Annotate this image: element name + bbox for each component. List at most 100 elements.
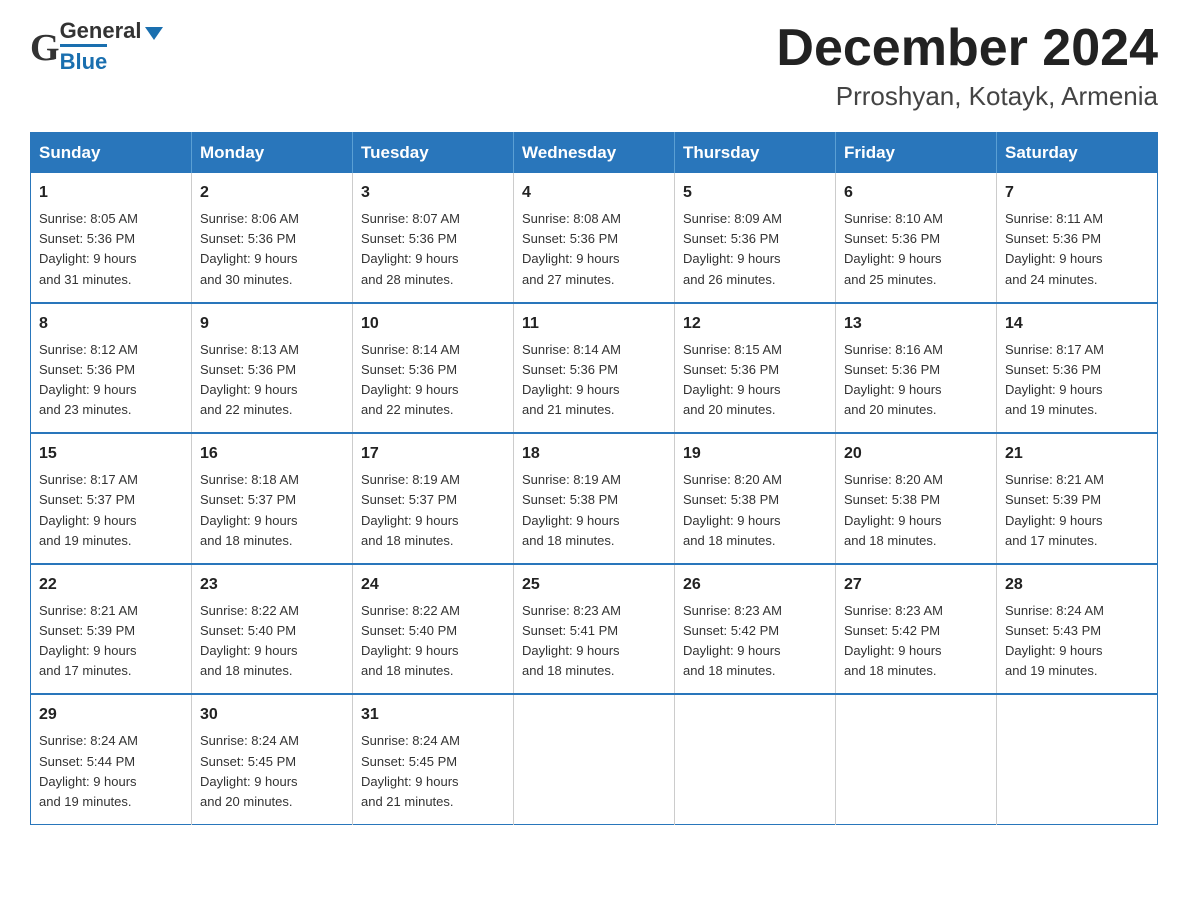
table-row: 29 Sunrise: 8:24 AMSunset: 5:44 PMDayligh… (31, 694, 192, 824)
day-number: 6 (844, 181, 988, 205)
day-number: 16 (200, 442, 344, 466)
day-number: 25 (522, 573, 666, 597)
col-wednesday: Wednesday (514, 133, 675, 174)
logo-eneral-text: General (60, 20, 142, 42)
day-number: 3 (361, 181, 505, 205)
table-row: 17 Sunrise: 8:19 AMSunset: 5:37 PMDayligh… (353, 433, 514, 564)
table-row: 22 Sunrise: 8:21 AMSunset: 5:39 PMDayligh… (31, 564, 192, 695)
day-info: Sunrise: 8:23 AMSunset: 5:42 PMDaylight:… (683, 601, 827, 682)
title-area: December 2024 Prroshyan, Kotayk, Armenia (776, 20, 1158, 112)
day-info: Sunrise: 8:16 AMSunset: 5:36 PMDaylight:… (844, 340, 988, 421)
day-number: 31 (361, 703, 505, 727)
day-info: Sunrise: 8:13 AMSunset: 5:36 PMDaylight:… (200, 340, 344, 421)
table-row: 30 Sunrise: 8:24 AMSunset: 5:45 PMDayligh… (192, 694, 353, 824)
table-row: 1 Sunrise: 8:05 AMSunset: 5:36 PMDaylight… (31, 173, 192, 303)
day-number: 15 (39, 442, 183, 466)
table-row: 9Sunrise: 8:13 AMSunset: 5:36 PMDaylight… (192, 303, 353, 434)
col-thursday: Thursday (675, 133, 836, 174)
table-row: 3Sunrise: 8:07 AMSunset: 5:36 PMDaylight… (353, 173, 514, 303)
day-number: 24 (361, 573, 505, 597)
table-row: 7 Sunrise: 8:11 AMSunset: 5:36 PMDaylight… (997, 173, 1158, 303)
day-info: Sunrise: 8:14 AMSunset: 5:36 PMDaylight:… (361, 340, 505, 421)
logo-right-section: General Blue (60, 20, 163, 75)
logo-top: G General Blue (30, 20, 163, 75)
day-number: 4 (522, 181, 666, 205)
col-friday: Friday (836, 133, 997, 174)
table-row: 4Sunrise: 8:08 AMSunset: 5:36 PMDaylight… (514, 173, 675, 303)
table-row: 5Sunrise: 8:09 AMSunset: 5:36 PMDaylight… (675, 173, 836, 303)
table-row: 13 Sunrise: 8:16 AMSunset: 5:36 PMDayligh… (836, 303, 997, 434)
day-info: Sunrise: 8:24 AMSunset: 5:45 PMDaylight:… (361, 731, 505, 812)
day-info: Sunrise: 8:05 AMSunset: 5:36 PMDaylight:… (39, 209, 183, 290)
col-saturday: Saturday (997, 133, 1158, 174)
day-info: Sunrise: 8:21 AMSunset: 5:39 PMDaylight:… (1005, 470, 1149, 551)
logo-blue-text: Blue (60, 49, 108, 74)
page-header: G General Blue December 2024 Prroshyan, … (30, 20, 1158, 112)
day-number: 20 (844, 442, 988, 466)
day-number: 26 (683, 573, 827, 597)
table-row: 23Sunrise: 8:22 AMSunset: 5:40 PMDayligh… (192, 564, 353, 695)
table-row: 10 Sunrise: 8:14 AMSunset: 5:36 PMDayligh… (353, 303, 514, 434)
col-monday: Monday (192, 133, 353, 174)
table-row: 14Sunrise: 8:17 AMSunset: 5:36 PMDayligh… (997, 303, 1158, 434)
day-number: 13 (844, 312, 988, 336)
day-info: Sunrise: 8:24 AMSunset: 5:45 PMDaylight:… (200, 731, 344, 812)
day-number: 18 (522, 442, 666, 466)
table-row: 18 Sunrise: 8:19 AMSunset: 5:38 PMDayligh… (514, 433, 675, 564)
day-info: Sunrise: 8:10 AMSunset: 5:36 PMDaylight:… (844, 209, 988, 290)
day-info: Sunrise: 8:14 AMSunset: 5:36 PMDaylight:… (522, 340, 666, 421)
table-row: 6 Sunrise: 8:10 AMSunset: 5:36 PMDaylight… (836, 173, 997, 303)
day-number: 1 (39, 181, 183, 205)
day-info: Sunrise: 8:19 AMSunset: 5:38 PMDaylight:… (522, 470, 666, 551)
logo-triangle-icon (145, 27, 163, 40)
day-info: Sunrise: 8:22 AMSunset: 5:40 PMDaylight:… (200, 601, 344, 682)
logo: G General Blue (30, 20, 163, 75)
calendar-week-row: 29 Sunrise: 8:24 AMSunset: 5:44 PMDayligh… (31, 694, 1158, 824)
col-sunday: Sunday (31, 133, 192, 174)
day-info: Sunrise: 8:24 AMSunset: 5:44 PMDaylight:… (39, 731, 183, 812)
table-row: 8Sunrise: 8:12 AMSunset: 5:36 PMDaylight… (31, 303, 192, 434)
day-number: 30 (200, 703, 344, 727)
logo-general-row: General (60, 20, 163, 42)
day-info: Sunrise: 8:09 AMSunset: 5:36 PMDaylight:… (683, 209, 827, 290)
day-info: Sunrise: 8:11 AMSunset: 5:36 PMDaylight:… (1005, 209, 1149, 290)
table-row: 2Sunrise: 8:06 AMSunset: 5:36 PMDaylight… (192, 173, 353, 303)
table-row: 21 Sunrise: 8:21 AMSunset: 5:39 PMDayligh… (997, 433, 1158, 564)
table-row (836, 694, 997, 824)
col-tuesday: Tuesday (353, 133, 514, 174)
day-number: 21 (1005, 442, 1149, 466)
day-number: 19 (683, 442, 827, 466)
table-row (997, 694, 1158, 824)
day-info: Sunrise: 8:18 AMSunset: 5:37 PMDaylight:… (200, 470, 344, 551)
table-row: 16 Sunrise: 8:18 AMSunset: 5:37 PMDayligh… (192, 433, 353, 564)
day-number: 7 (1005, 181, 1149, 205)
day-number: 22 (39, 573, 183, 597)
day-number: 17 (361, 442, 505, 466)
day-number: 10 (361, 312, 505, 336)
day-number: 29 (39, 703, 183, 727)
calendar-week-row: 15 Sunrise: 8:17 AMSunset: 5:37 PMDayligh… (31, 433, 1158, 564)
calendar-header-row: Sunday Monday Tuesday Wednesday Thursday… (31, 133, 1158, 174)
day-info: Sunrise: 8:21 AMSunset: 5:39 PMDaylight:… (39, 601, 183, 682)
day-info: Sunrise: 8:24 AMSunset: 5:43 PMDaylight:… (1005, 601, 1149, 682)
table-row: 25Sunrise: 8:23 AMSunset: 5:41 PMDayligh… (514, 564, 675, 695)
calendar-week-row: 8Sunrise: 8:12 AMSunset: 5:36 PMDaylight… (31, 303, 1158, 434)
table-row: 11 Sunrise: 8:14 AMSunset: 5:36 PMDayligh… (514, 303, 675, 434)
day-number: 11 (522, 312, 666, 336)
calendar-week-row: 1 Sunrise: 8:05 AMSunset: 5:36 PMDaylight… (31, 173, 1158, 303)
calendar-week-row: 22 Sunrise: 8:21 AMSunset: 5:39 PMDayligh… (31, 564, 1158, 695)
table-row: 24Sunrise: 8:22 AMSunset: 5:40 PMDayligh… (353, 564, 514, 695)
day-info: Sunrise: 8:23 AMSunset: 5:42 PMDaylight:… (844, 601, 988, 682)
month-title: December 2024 (776, 20, 1158, 77)
day-info: Sunrise: 8:15 AMSunset: 5:36 PMDaylight:… (683, 340, 827, 421)
table-row: 12 Sunrise: 8:15 AMSunset: 5:36 PMDayligh… (675, 303, 836, 434)
table-row (675, 694, 836, 824)
day-info: Sunrise: 8:19 AMSunset: 5:37 PMDaylight:… (361, 470, 505, 551)
table-row: 27Sunrise: 8:23 AMSunset: 5:42 PMDayligh… (836, 564, 997, 695)
logo-g-letter: G (30, 26, 60, 70)
day-number: 12 (683, 312, 827, 336)
day-info: Sunrise: 8:17 AMSunset: 5:37 PMDaylight:… (39, 470, 183, 551)
table-row: 26 Sunrise: 8:23 AMSunset: 5:42 PMDayligh… (675, 564, 836, 695)
day-info: Sunrise: 8:12 AMSunset: 5:36 PMDaylight:… (39, 340, 183, 421)
table-row: 28Sunrise: 8:24 AMSunset: 5:43 PMDayligh… (997, 564, 1158, 695)
